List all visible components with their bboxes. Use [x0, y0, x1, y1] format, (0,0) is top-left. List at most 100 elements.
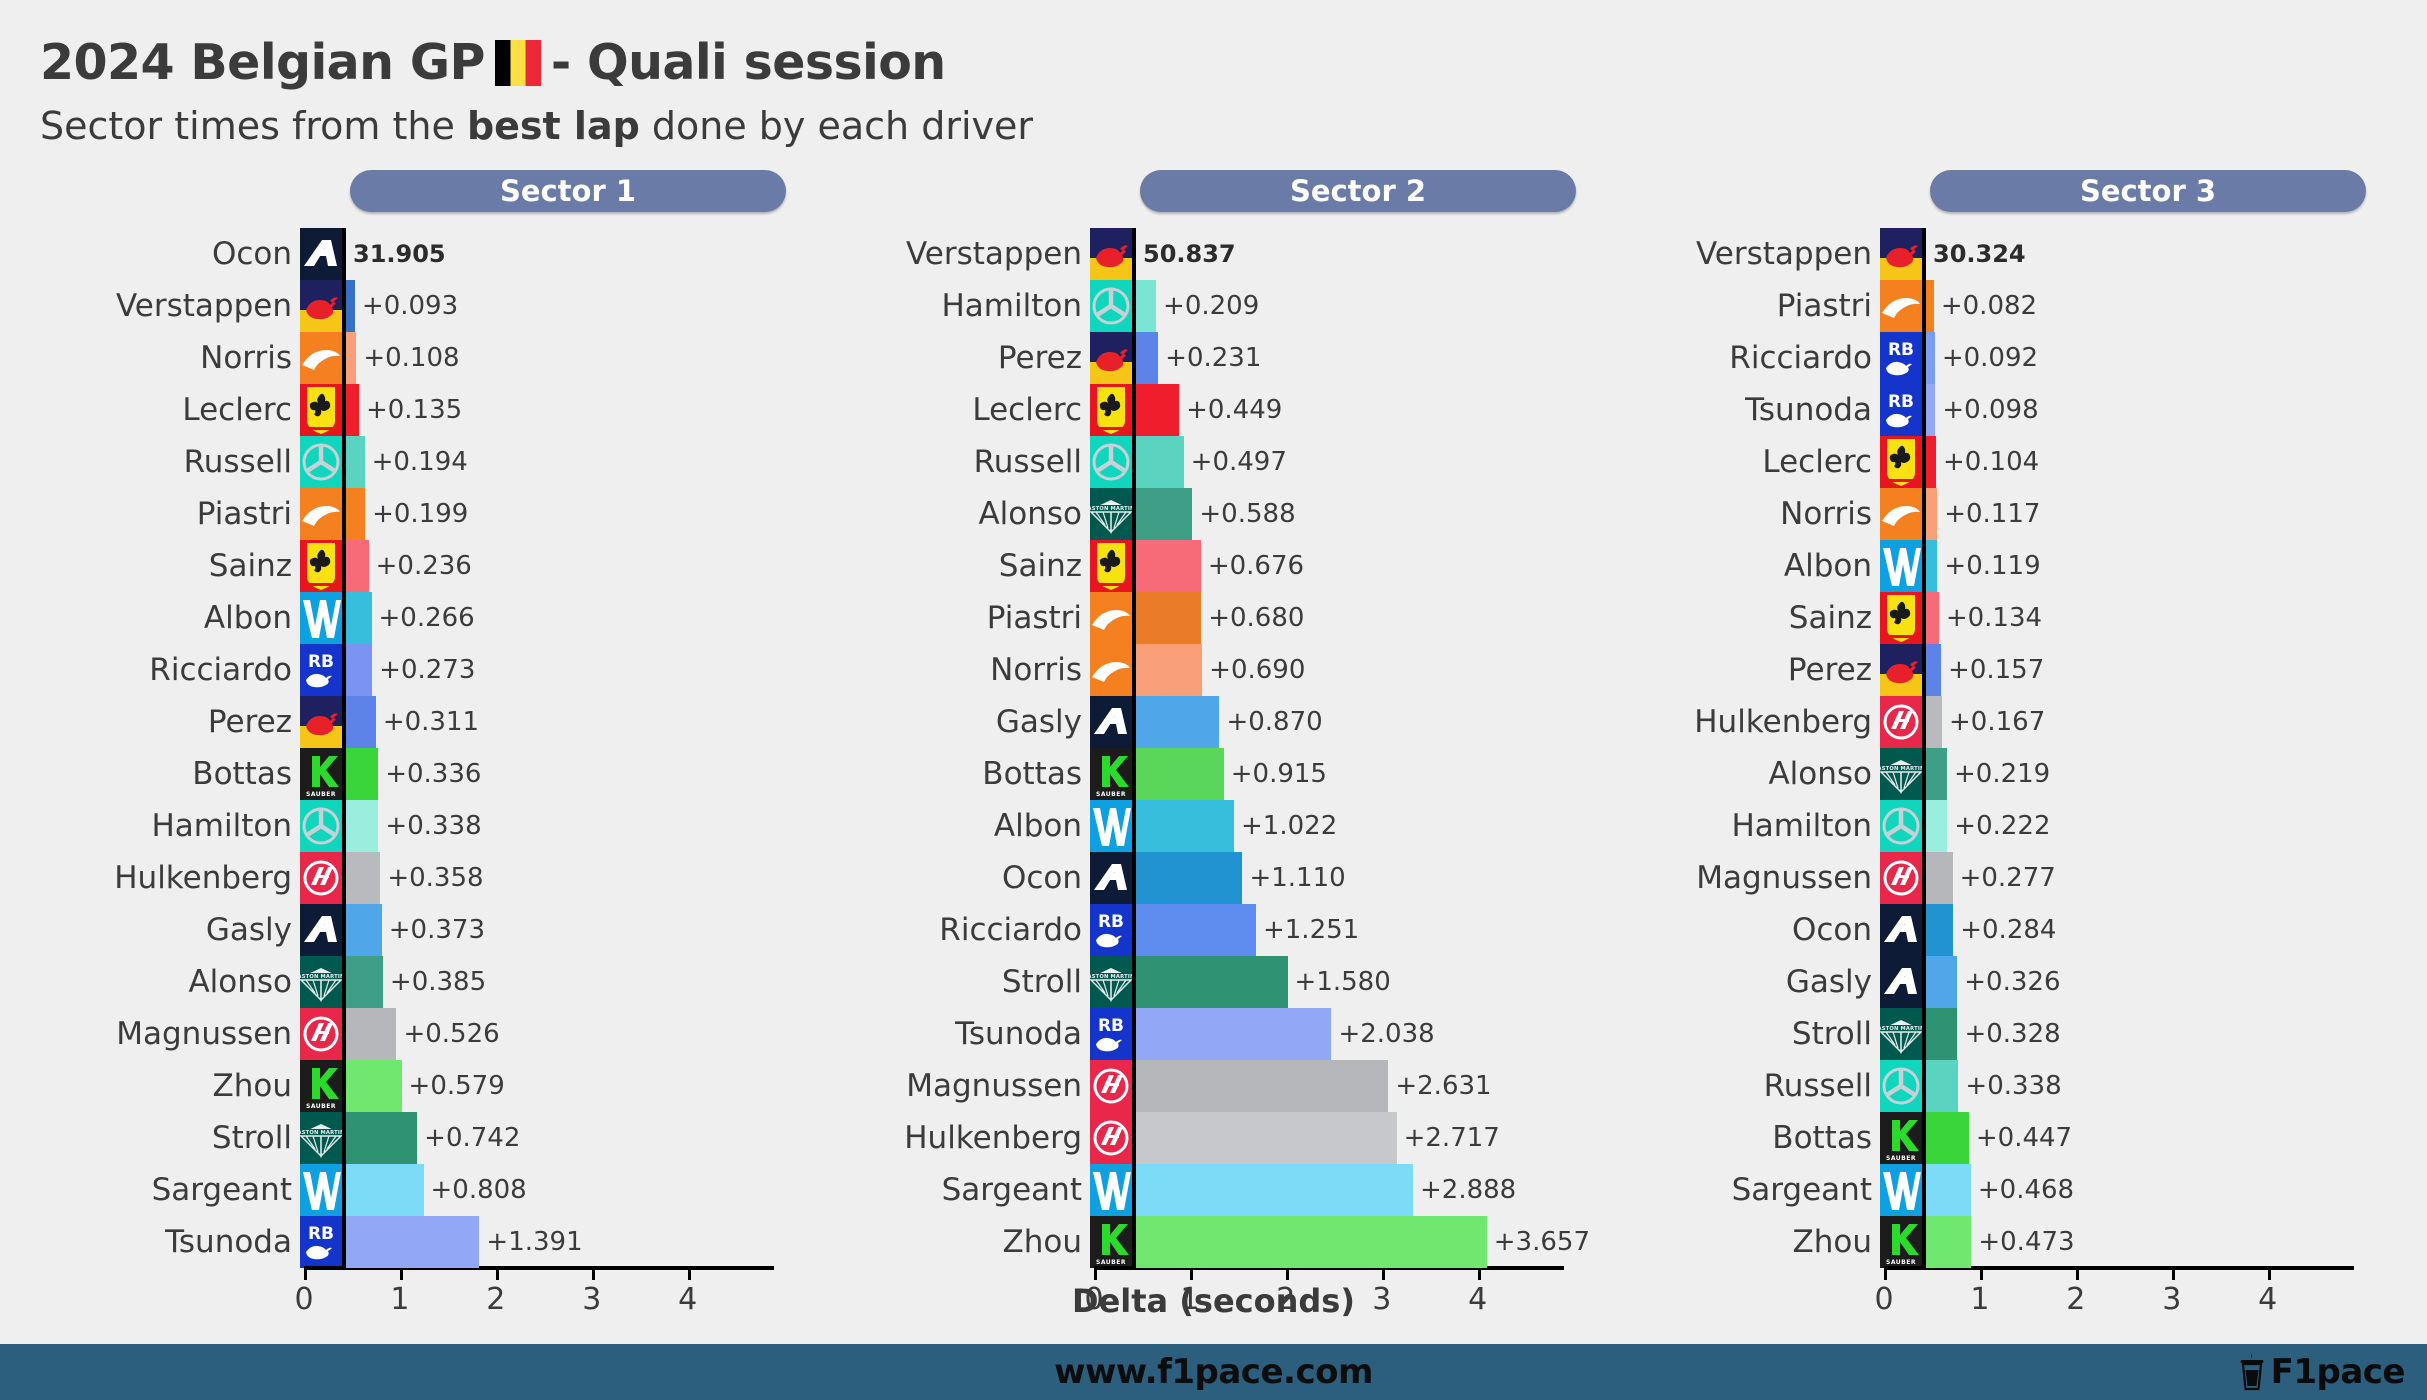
bar-area: +0.266: [342, 592, 810, 644]
driver-name: Russell: [1763, 1068, 1872, 1104]
delta-value-label: +0.199: [372, 499, 469, 529]
table-row: Piastri +0.680: [810, 592, 1600, 644]
table-row: Gasly +0.373: [20, 904, 810, 956]
driver-name: Verstappen: [1696, 236, 1872, 272]
bar-area: +0.588: [1132, 488, 1600, 540]
zero-axis-line: [1132, 1216, 1136, 1268]
delta-bar: [1926, 748, 1947, 800]
sauber-logo-icon: SAUBER: [1090, 748, 1132, 800]
driver-name: Perez: [1787, 652, 1872, 688]
zero-axis-line: [342, 1216, 346, 1268]
delta-value-label: +0.194: [371, 447, 468, 477]
bar-area: +0.222: [1922, 800, 2390, 852]
bar-area: +0.194: [342, 436, 810, 488]
table-row: Hulkenberg +2.717: [810, 1112, 1600, 1164]
bar-area: +0.277: [1922, 852, 2390, 904]
driver-name: Ricciardo: [149, 652, 292, 688]
delta-bar: [346, 332, 357, 384]
svg-text:SAUBER: SAUBER: [1886, 1155, 1916, 1162]
delta-value-label: +0.338: [1965, 1071, 2062, 1101]
delta-bar: [1926, 956, 1958, 1008]
mercedes-logo-icon: [1090, 436, 1132, 488]
delta-value-label: +0.311: [382, 707, 480, 737]
zero-axis-line: [1132, 904, 1136, 956]
alpine-logo-icon: [1090, 696, 1132, 748]
delta-bar: [1136, 748, 1224, 800]
driver-name: Perez: [207, 704, 292, 740]
bar-area: +2.038: [1132, 1008, 1600, 1060]
bar-area: +0.231: [1132, 332, 1600, 384]
sector-panel-2: Sector 2 Verstappen 50.837 Hamilton +0.209 Pe…: [810, 170, 1600, 1317]
driver-name: Sargeant: [941, 1172, 1082, 1208]
driver-name: Ocon: [1001, 860, 1082, 896]
bar-area: +1.251: [1132, 904, 1600, 956]
bar-area: +0.157: [1922, 644, 2390, 696]
delta-bar: [346, 1216, 480, 1268]
delta-value-label: +0.273: [379, 655, 476, 685]
driver-name: Hulkenberg: [1694, 704, 1872, 740]
williams-logo-icon: [1880, 1164, 1922, 1216]
delta-value-label: +1.022: [1241, 811, 1338, 841]
delta-value-label: +0.326: [1964, 967, 2061, 997]
zero-axis-line: [342, 748, 346, 800]
zero-axis-line: [1922, 644, 1926, 696]
delta-value-label: +0.167: [1949, 707, 2046, 737]
table-row: Russell +0.338: [1600, 1060, 2390, 1112]
zero-axis-line: [342, 228, 346, 280]
delta-bar: [346, 540, 369, 592]
delta-bar: [1136, 1008, 1332, 1060]
driver-name: Sargeant: [1731, 1172, 1872, 1208]
bar-area: 50.837: [1132, 228, 1600, 280]
driver-name: Zhou: [1792, 1224, 1873, 1260]
zero-axis-line: [1132, 1008, 1136, 1060]
ferrari-logo-icon: [1880, 436, 1922, 488]
red-bull-logo-icon: [300, 280, 342, 332]
bar-area: +0.680: [1132, 592, 1600, 644]
mclaren-logo-icon: [300, 332, 342, 384]
driver-name: Perez: [997, 340, 1082, 376]
table-row: Sainz +0.236: [20, 540, 810, 592]
delta-value-label: +1.110: [1249, 863, 1346, 893]
delta-bar: [1926, 1112, 1969, 1164]
red-bull-logo-icon: [1880, 228, 1922, 280]
driver-rows: Verstappen 30.324 Piastri +0.082 Ricciardo RB…: [1600, 228, 2390, 1268]
brand-text: F1pace: [2270, 1352, 2406, 1392]
delta-value-label: +0.082: [1940, 291, 2038, 321]
delta-bar: [1136, 1164, 1413, 1216]
table-row: Hamilton +0.209: [810, 280, 1600, 332]
driver-name: Sainz: [208, 548, 292, 584]
delta-bar: [1136, 488, 1193, 540]
table-row: Alonso ASTON MARTIN +0.385: [20, 956, 810, 1008]
aston-martin-logo-icon: ASTON MARTIN: [300, 1112, 342, 1164]
table-row: Piastri +0.199: [20, 488, 810, 540]
table-row: Perez +0.311: [20, 696, 810, 748]
sauber-logo-icon: SAUBER: [1090, 1216, 1132, 1268]
bar-area: +0.447: [1922, 1112, 2390, 1164]
driver-name: Albon: [203, 600, 292, 636]
footer-url[interactable]: www.f1pace.com: [1054, 1352, 1373, 1392]
table-row: Sargeant +2.888: [810, 1164, 1600, 1216]
delta-bar: [346, 644, 373, 696]
delta-bar: [1136, 592, 1202, 644]
driver-name: Stroll: [211, 1120, 292, 1156]
zero-axis-line: [342, 1112, 346, 1164]
delta-value-label: +0.157: [1948, 655, 2045, 685]
zero-axis-line: [342, 1008, 346, 1060]
x-axis-tick: [1285, 1266, 1289, 1280]
table-row: Norris +0.690: [810, 644, 1600, 696]
bar-area: +0.808: [342, 1164, 810, 1216]
bar-area: +0.199: [342, 488, 810, 540]
zero-axis-line: [342, 644, 346, 696]
aston-martin-logo-icon: ASTON MARTIN: [1880, 748, 1922, 800]
delta-value-label: +0.277: [1959, 863, 2056, 893]
rb-logo-icon: RB: [1090, 1008, 1132, 1060]
delta-bar: [1926, 1216, 1972, 1268]
zero-axis-line: [1922, 696, 1926, 748]
driver-name: Hulkenberg: [904, 1120, 1082, 1156]
zero-axis-line: [1922, 488, 1926, 540]
driver-name: Magnussen: [906, 1068, 1082, 1104]
x-axis-tick: [399, 1266, 403, 1280]
zero-axis-line: [1922, 1008, 1926, 1060]
bar-area: +0.098: [1922, 384, 2390, 436]
zero-axis-line: [1922, 280, 1926, 332]
